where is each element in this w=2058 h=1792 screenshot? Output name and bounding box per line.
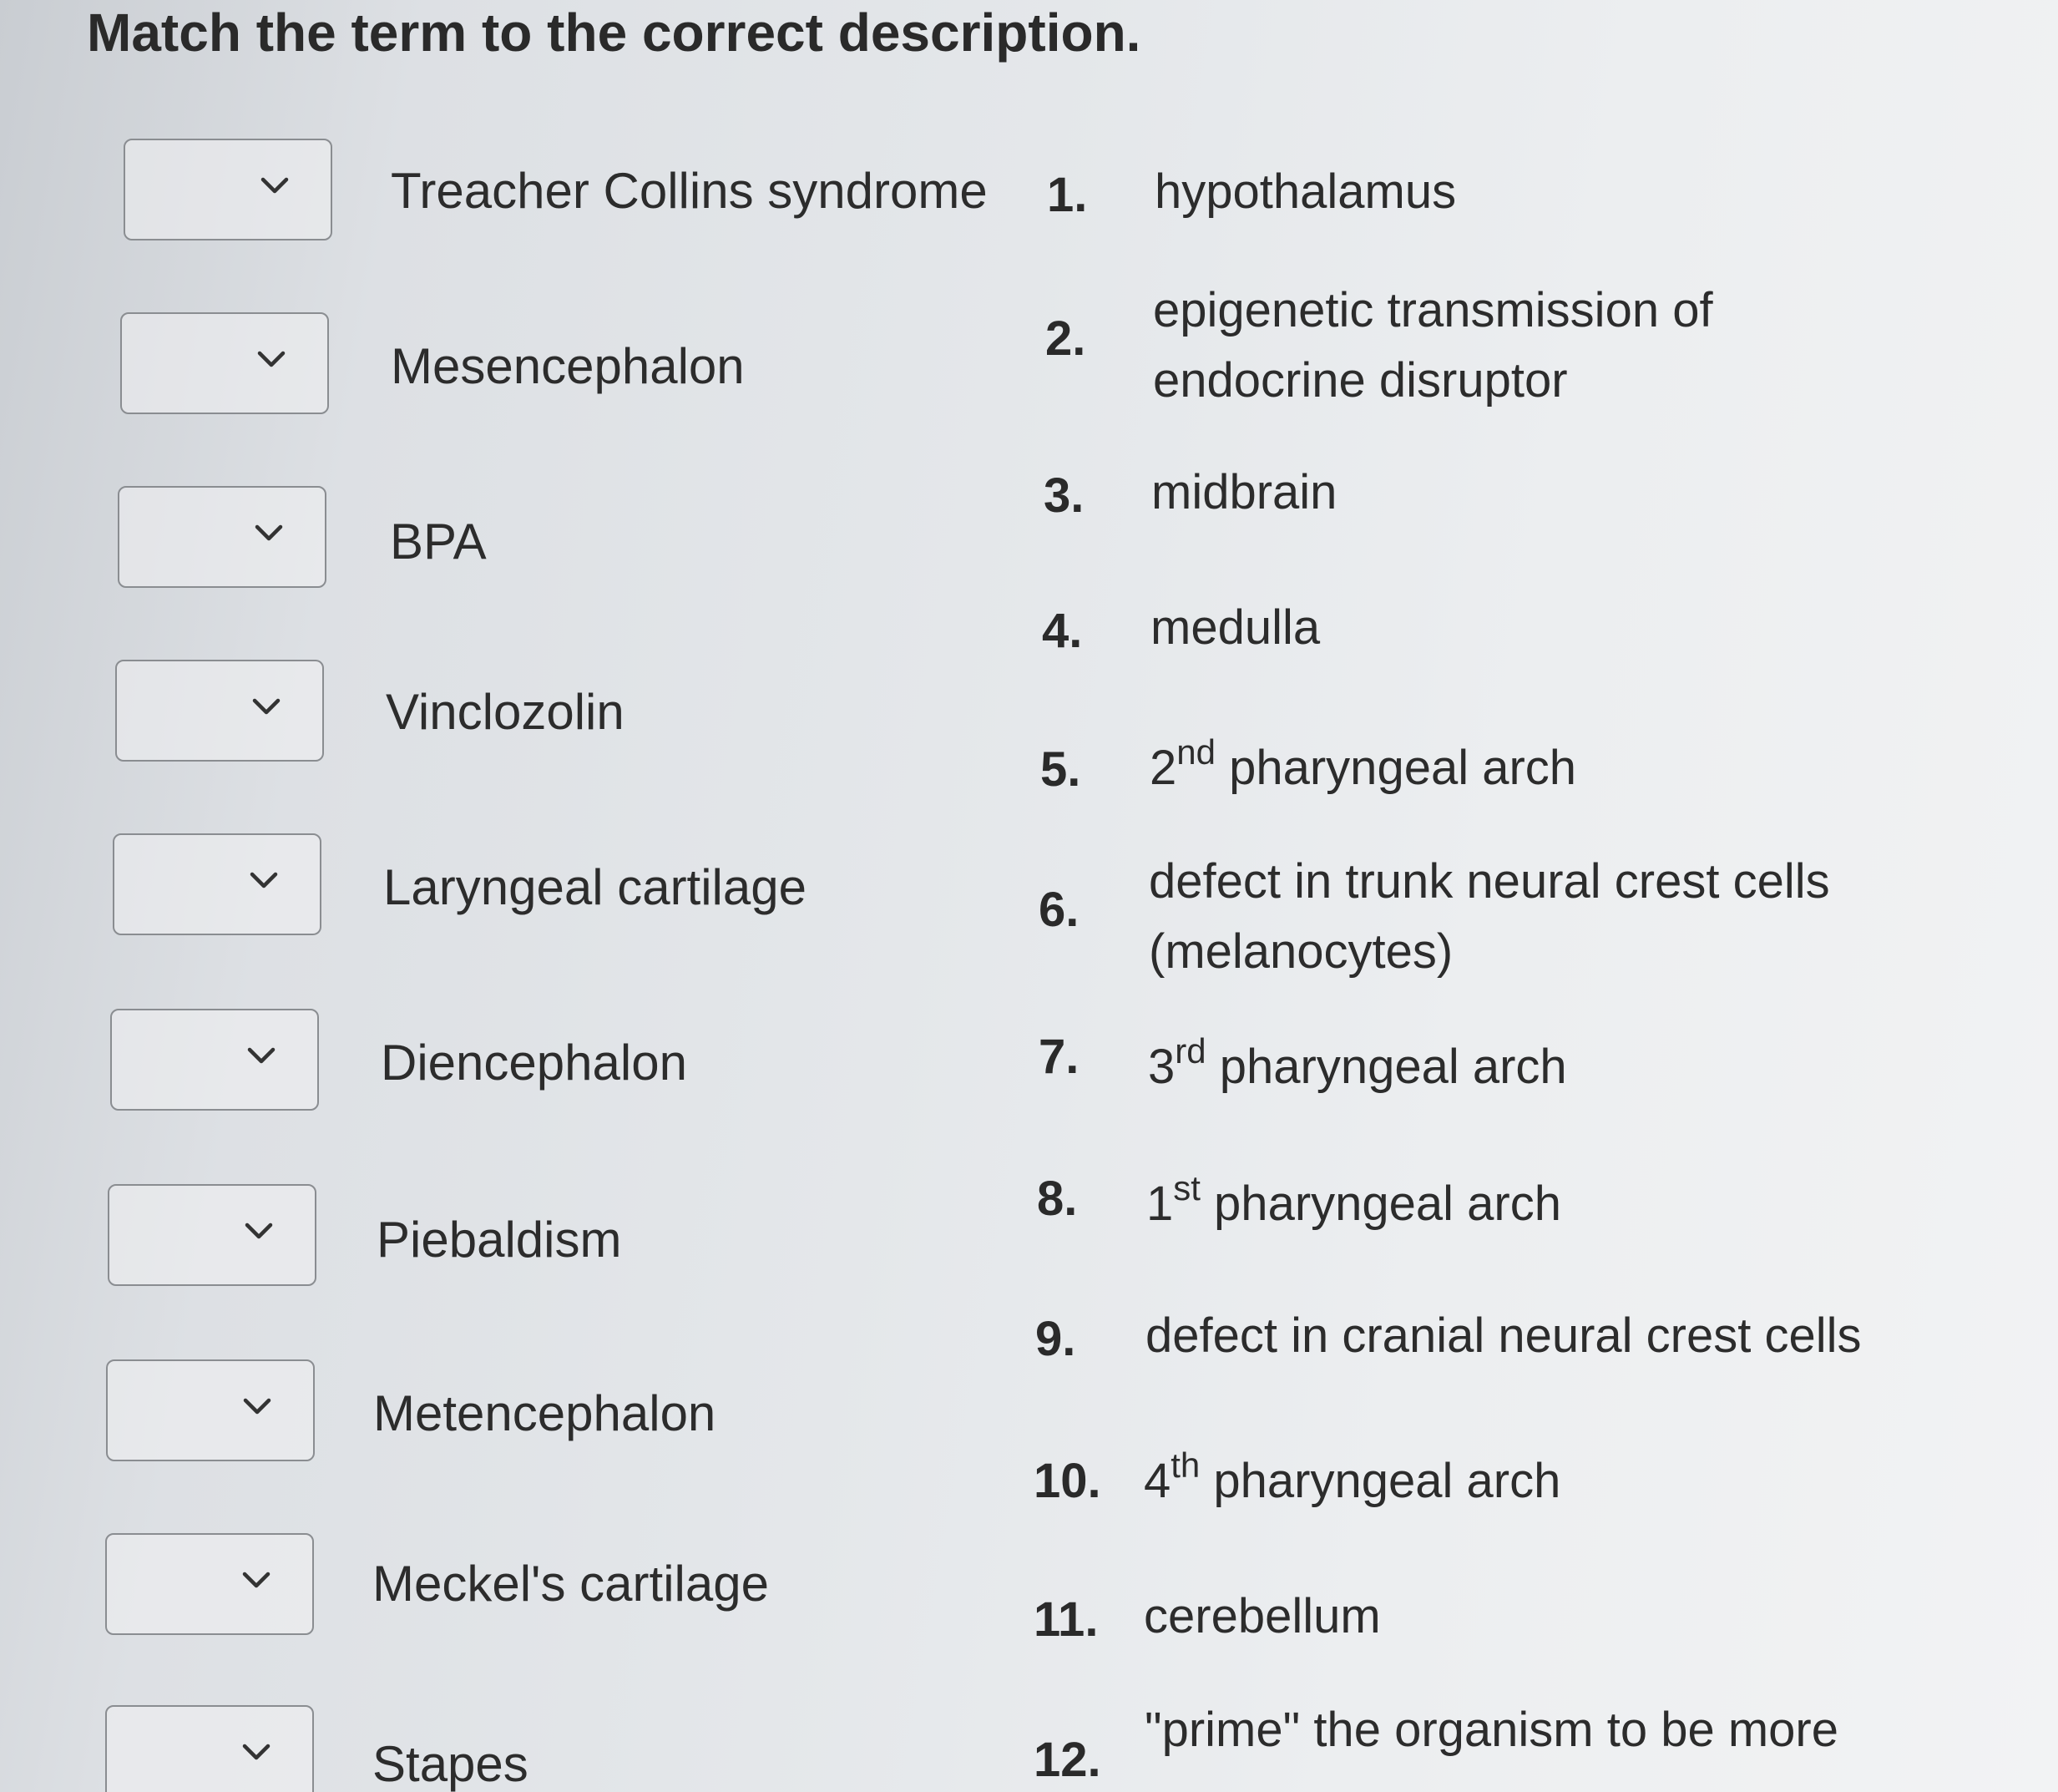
answer-dropdown[interactable] xyxy=(110,1009,319,1111)
match-row-stapes: Stapes xyxy=(105,1705,1065,1792)
description-number: 8. xyxy=(1037,1172,1078,1226)
description-rest: pharyngeal arch xyxy=(1206,1040,1567,1094)
chevron-down-icon xyxy=(250,696,282,716)
answer-dropdown[interactable] xyxy=(120,312,329,414)
ordinal-number: 2 xyxy=(1150,741,1177,795)
ordinal-suffix: st xyxy=(1173,1168,1201,1207)
ordinal-suffix: th xyxy=(1171,1445,1201,1485)
ordinal-number: 3 xyxy=(1148,1040,1176,1094)
chevron-down-icon xyxy=(240,1570,272,1590)
description-text-line2: (melanocytes) xyxy=(1149,924,1454,979)
description-rest: pharyngeal arch xyxy=(1215,741,1577,795)
description-text: 1st pharyngeal arch xyxy=(1146,1168,1561,1243)
description-number: 2. xyxy=(1045,311,1086,366)
description-rest: pharyngeal arch xyxy=(1200,1177,1561,1231)
description-number: 5. xyxy=(1040,742,1081,797)
description-number: 11. xyxy=(1034,1592,1099,1647)
ordinal-suffix: rd xyxy=(1175,1031,1206,1071)
chevron-down-icon xyxy=(245,1045,277,1066)
chevron-down-icon xyxy=(259,175,291,195)
description-number: 7. xyxy=(1039,1030,1080,1084)
description-text-line2: endocrine disruptor xyxy=(1153,353,1568,408)
term-label: Vinclozolin xyxy=(386,684,624,740)
term-label: Mesencephalon xyxy=(391,338,745,394)
term-label: Laryngeal cartilage xyxy=(383,859,807,915)
term-label: BPA xyxy=(390,514,487,569)
term-label: Meckel's cartilage xyxy=(372,1556,769,1612)
quiz-page: Match the term to the correct descriptio… xyxy=(0,0,2058,1792)
description-number: 6. xyxy=(1039,883,1080,937)
match-row-bpa: BPA xyxy=(118,486,1078,595)
description-text: cerebellum xyxy=(1144,1589,1381,1643)
description-number: 9. xyxy=(1035,1312,1076,1366)
description-text: defect in cranial neural crest cells xyxy=(1145,1309,1862,1363)
term-label: Diencephalon xyxy=(381,1035,687,1091)
description-text: defect in trunk neural crest cells xyxy=(1149,854,1830,909)
match-row-diencephalon: Diencephalon xyxy=(110,1009,1070,1117)
term-label: Piebaldism xyxy=(377,1212,622,1268)
description-text: epigenetic transmission of xyxy=(1153,283,1713,337)
chevron-down-icon xyxy=(255,349,287,369)
question-title: Match the term to the correct descriptio… xyxy=(87,3,1141,63)
description-item-12: 12. "prime" the organism to be more xyxy=(1035,1703,1970,1792)
answer-dropdown[interactable] xyxy=(124,139,332,240)
description-number: 12. xyxy=(1035,1733,1101,1787)
chevron-down-icon xyxy=(240,1742,272,1762)
match-row-treacher-collins: Treacher Collins syndrome xyxy=(124,139,1084,247)
answer-dropdown[interactable] xyxy=(115,660,324,762)
chevron-down-icon xyxy=(243,1221,275,1241)
description-number: 1. xyxy=(1047,168,1088,222)
description-text: 2nd pharyngeal arch xyxy=(1150,732,1577,807)
description-text: medulla xyxy=(1150,600,1321,655)
match-row-piebaldism: Piebaldism xyxy=(108,1184,1068,1293)
answer-dropdown[interactable] xyxy=(106,1359,315,1461)
description-text: midbrain xyxy=(1151,465,1337,519)
match-row-meckels-cartilage: Meckel's cartilage xyxy=(105,1533,1065,1642)
term-label: Metencephalon xyxy=(373,1385,716,1441)
description-number: 4. xyxy=(1042,604,1083,658)
chevron-down-icon xyxy=(253,523,285,543)
match-row-vinclozolin: Vinclozolin xyxy=(115,660,1075,768)
description-number: 3. xyxy=(1044,468,1085,523)
answer-dropdown[interactable] xyxy=(108,1184,316,1286)
description-text: 3rd pharyngeal arch xyxy=(1148,1031,1567,1106)
ordinal-number: 4 xyxy=(1144,1454,1171,1508)
term-label: Stapes xyxy=(372,1736,528,1792)
term-label: Treacher Collins syndrome xyxy=(391,163,988,219)
description-text: hypothalamus xyxy=(1155,165,1457,219)
description-text: "prime" the organism to be more xyxy=(1145,1703,1838,1757)
answer-dropdown[interactable] xyxy=(113,833,321,935)
chevron-down-icon xyxy=(241,1396,273,1416)
match-row-metencephalon: Metencephalon xyxy=(106,1359,1066,1468)
description-number: 10. xyxy=(1034,1454,1101,1508)
chevron-down-icon xyxy=(248,870,280,890)
answer-dropdown[interactable] xyxy=(118,486,326,588)
answer-dropdown[interactable] xyxy=(105,1533,314,1635)
description-text: 4th pharyngeal arch xyxy=(1144,1445,1561,1521)
ordinal-number: 1 xyxy=(1146,1177,1174,1231)
answer-dropdown[interactable] xyxy=(105,1705,314,1792)
match-row-laryngeal-cartilage: Laryngeal cartilage xyxy=(113,833,1073,942)
ordinal-suffix: nd xyxy=(1176,732,1216,772)
description-rest: pharyngeal arch xyxy=(1200,1454,1561,1508)
match-row-mesencephalon: Mesencephalon xyxy=(120,312,1080,421)
